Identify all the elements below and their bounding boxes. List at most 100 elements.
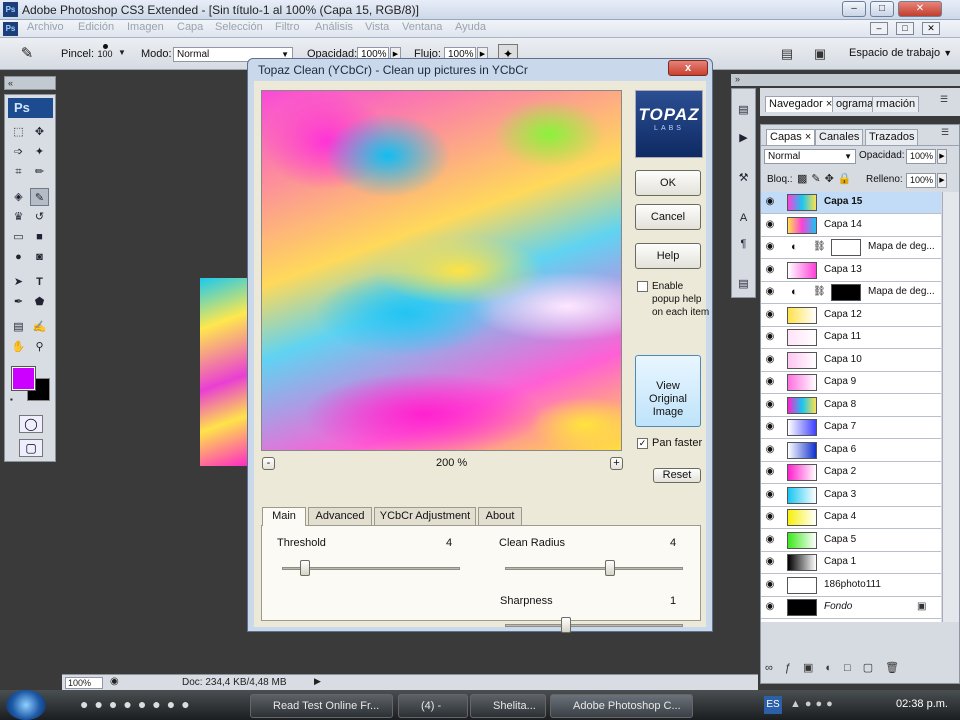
brush-tool-preset-icon[interactable]: ✎ xyxy=(16,44,38,64)
layer-style-icon[interactable]: ƒ xyxy=(785,662,803,674)
quick-launch-icons[interactable]: ●●●●●●●● xyxy=(80,696,196,712)
clean-radius-slider-thumb[interactable] xyxy=(605,560,615,576)
tab-histograma[interactable]: ograma xyxy=(832,96,878,112)
eye-icon[interactable]: ◉ xyxy=(764,399,776,411)
layer-row[interactable]: ◉ ◐ ⛓ Mapa de deg... xyxy=(761,282,941,304)
maximize-button[interactable]: □ xyxy=(870,1,894,17)
dodge-tool-icon[interactable]: ◙ xyxy=(30,248,49,266)
slice-tool-icon[interactable]: ✏ xyxy=(30,163,49,181)
layer-row[interactable]: ◉ Capa 7 xyxy=(761,417,941,439)
start-button[interactable] xyxy=(6,690,46,720)
link-layers-icon[interactable]: ∞ xyxy=(765,662,785,674)
default-colors-icon[interactable]: ▪ xyxy=(10,395,13,404)
menu-ventana[interactable]: Ventana xyxy=(402,21,442,33)
menu-filtro[interactable]: Filtro xyxy=(275,21,299,33)
crop-tool-icon[interactable]: ⌗ xyxy=(9,163,28,181)
layer-row[interactable]: ◉ Capa 10 xyxy=(761,350,941,372)
panel-dock-header[interactable]: » xyxy=(731,74,960,86)
tab-about[interactable]: About xyxy=(478,507,522,525)
fill-input[interactable]: 100% xyxy=(906,173,936,188)
eye-icon[interactable]: ◉ xyxy=(764,421,776,433)
layer-row[interactable]: ◉ Capa 1 xyxy=(761,552,941,574)
notes-tool-icon[interactable]: ▤ xyxy=(9,318,28,336)
task-read-test-online[interactable]: Read Test Online Fr... xyxy=(250,694,393,718)
blend-mode-select[interactable]: Normal ▼ xyxy=(764,149,856,164)
zoom-in-button[interactable]: + xyxy=(610,457,623,470)
zoom-level-field[interactable]: 100% xyxy=(65,677,103,689)
eye-icon[interactable]: ◉ xyxy=(764,489,776,501)
enable-popup-checkbox[interactable] xyxy=(637,281,648,292)
close-window-button[interactable]: ✕ xyxy=(898,1,942,17)
layer-row[interactable]: ◉ Capa 9 xyxy=(761,372,941,394)
eraser-tool-icon[interactable]: ▭ xyxy=(9,228,28,246)
eye-icon[interactable]: ◉ xyxy=(764,219,776,231)
tab-canales[interactable]: Canales xyxy=(815,129,864,145)
dialog-close-button[interactable]: x xyxy=(668,60,708,76)
adjustment-layer-icon[interactable]: ◐ xyxy=(825,662,844,674)
tab-trazados[interactable]: Trazados xyxy=(865,129,919,145)
ps-menu-icon[interactable]: Ps xyxy=(3,22,18,36)
shape-tool-icon[interactable]: ⬟ xyxy=(30,293,49,311)
move-tool-icon[interactable]: ✥ xyxy=(30,123,49,141)
magic-wand-tool-icon[interactable]: ✦ xyxy=(30,143,49,161)
workspace-menu[interactable]: Espacio de trabajo ▼ xyxy=(849,47,952,59)
layer-row[interactable]: ◉ Capa 6 xyxy=(761,440,941,462)
layer-row[interactable]: ◉ Capa 14 xyxy=(761,215,941,237)
quick-mask-icon[interactable]: ◯ xyxy=(19,415,43,433)
paragraph-panel-icon[interactable]: ¶ xyxy=(734,235,753,253)
link-icon[interactable]: ⛓ xyxy=(813,286,826,297)
menu-imagen[interactable]: Imagen xyxy=(127,21,164,33)
eye-icon[interactable]: ◉ xyxy=(764,556,776,568)
history-brush-icon[interactable]: ↺ xyxy=(30,208,49,226)
eye-icon[interactable]: ◉ xyxy=(764,534,776,546)
path-selection-icon[interactable]: ➤ xyxy=(9,273,28,291)
tab-capas[interactable]: Capas × xyxy=(766,129,816,145)
task-shelita[interactable]: Shelita... xyxy=(470,694,546,718)
threshold-slider-thumb[interactable] xyxy=(300,560,310,576)
lock-icons[interactable]: ▩✎✥🔒 xyxy=(797,172,856,185)
marquee-tool-icon[interactable]: ⬚ xyxy=(9,123,28,141)
tab-navegador[interactable]: Navegador × xyxy=(765,96,837,112)
tab-advanced[interactable]: Advanced xyxy=(308,507,372,525)
eye-icon[interactable]: ◉ xyxy=(764,309,776,321)
layer-row[interactable]: ◉ Capa 3 xyxy=(761,485,941,507)
ok-button[interactable]: OK xyxy=(635,170,701,196)
language-indicator[interactable]: ES xyxy=(764,696,782,714)
layer-list-scrollbar[interactable] xyxy=(942,192,959,622)
type-tool-icon[interactable]: T xyxy=(30,273,49,291)
eye-icon[interactable]: ◉ xyxy=(764,331,776,343)
eye-icon[interactable]: ◉ xyxy=(764,376,776,388)
brush-dropdown-icon[interactable]: ▼ xyxy=(118,48,126,57)
layer-row[interactable]: ◉ Capa 15 xyxy=(761,192,941,214)
eye-icon[interactable]: ◉ xyxy=(764,354,776,366)
task-messenger[interactable]: (4) - xyxy=(398,694,468,718)
reset-button[interactable]: Reset xyxy=(653,468,701,483)
layer-comps-icon[interactable]: ▤ xyxy=(734,275,753,293)
eye-icon[interactable]: ◉ xyxy=(764,241,776,253)
new-group-icon[interactable]: □ xyxy=(844,662,863,674)
toolbox-header[interactable]: « xyxy=(4,76,56,90)
foreground-color-swatch[interactable] xyxy=(11,366,36,391)
sharpness-slider-track[interactable] xyxy=(505,624,683,627)
view-original-button[interactable]: View Original Image xyxy=(635,355,701,427)
layer-row[interactable]: ◉ 186photo111 xyxy=(761,575,941,597)
brush-tool-icon[interactable]: ✎ xyxy=(30,188,49,206)
close-icon[interactable]: × xyxy=(805,131,811,143)
menu-archivo[interactable]: Archivo xyxy=(27,21,64,33)
status-menu-icon[interactable]: ▶ xyxy=(314,676,321,687)
layer-row[interactable]: ◉ Capa 13 xyxy=(761,260,941,282)
clone-stamp-icon[interactable]: ♛ xyxy=(9,208,28,226)
lasso-tool-icon[interactable]: ➩ xyxy=(9,143,28,161)
layer-row[interactable]: ◉ Fondo ▣ xyxy=(761,597,941,619)
menu-analisis[interactable]: Análisis xyxy=(315,21,353,33)
gradient-tool-icon[interactable]: ■ xyxy=(30,228,49,246)
minimize-button[interactable]: – xyxy=(842,1,866,17)
actions-panel-icon[interactable]: ▶ xyxy=(734,129,753,147)
zoom-tool-icon[interactable]: ⚲ xyxy=(30,338,49,356)
eye-icon[interactable]: ◉ xyxy=(764,444,776,456)
pen-tool-icon[interactable]: ✒ xyxy=(9,293,28,311)
help-button[interactable]: Help xyxy=(635,243,701,269)
link-icon[interactable]: ⛓ xyxy=(813,241,826,252)
zoom-out-button[interactable]: - xyxy=(262,457,275,470)
eye-icon[interactable]: ◉ xyxy=(764,196,776,208)
